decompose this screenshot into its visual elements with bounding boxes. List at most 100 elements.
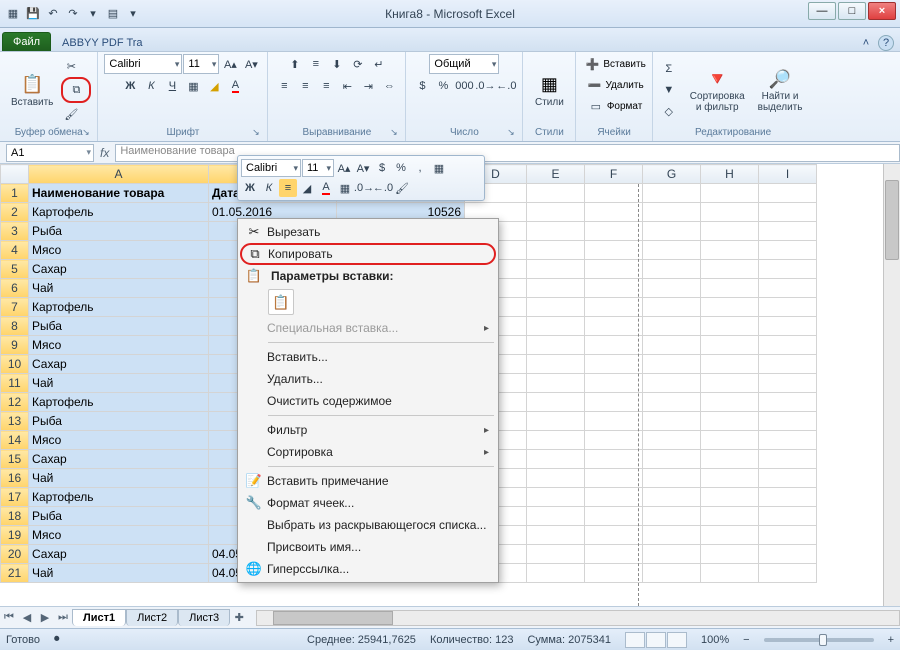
sheet-nav-last-icon[interactable]: ⏭ [54,611,72,624]
maximize-button[interactable]: □ [838,2,866,20]
cell[interactable] [759,412,817,431]
mini-shrink-font-icon[interactable]: A▾ [354,159,372,177]
merge-icon[interactable]: ⇔ [379,76,399,96]
row-header-2[interactable]: 2 [1,203,29,222]
cell[interactable] [585,203,643,222]
delete-cells-icon[interactable]: ➖ [584,75,604,95]
cell[interactable] [643,412,701,431]
indent-dec-icon[interactable]: ⇤ [337,76,357,96]
ctx-format-cells[interactable]: 🔧Формат ячеек... [240,492,496,514]
scrollbar-thumb[interactable] [273,611,393,625]
cell[interactable] [701,279,759,298]
cell[interactable] [643,374,701,393]
cell[interactable] [759,260,817,279]
cell[interactable]: Чай [29,374,209,393]
row-header-11[interactable]: 11 [1,374,29,393]
cell[interactable] [643,298,701,317]
mini-bold-button[interactable]: Ж [241,179,259,197]
cell[interactable] [701,317,759,336]
cell[interactable] [759,203,817,222]
cell[interactable] [701,336,759,355]
cell[interactable] [759,526,817,545]
cell[interactable] [759,564,817,583]
cell[interactable]: Картофель [29,203,209,222]
ctx-copy[interactable]: ⧉Копировать [240,243,496,265]
mini-italic-button[interactable]: К [260,179,278,197]
cell[interactable]: Картофель [29,393,209,412]
align-bottom-icon[interactable]: ⬇ [327,54,347,74]
cell[interactable]: Рыба [29,317,209,336]
cell[interactable] [701,393,759,412]
row-header-20[interactable]: 20 [1,545,29,564]
comma-icon[interactable]: 000 [454,76,474,96]
cell[interactable]: Чай [29,279,209,298]
mini-percent-icon[interactable]: % [392,159,410,177]
cell[interactable]: Мясо [29,241,209,260]
qat-btn-1[interactable]: ▾ [84,5,102,23]
zoom-in-icon[interactable]: + [888,634,894,646]
zoom-out-icon[interactable]: − [743,634,749,646]
cell[interactable]: Сахар [29,260,209,279]
insert-cells-icon[interactable]: ➕ [582,54,602,74]
mini-inc-dec-icon[interactable]: .0→ [355,179,373,197]
row-header-14[interactable]: 14 [1,431,29,450]
align-middle-icon[interactable]: ≡ [306,54,326,74]
row-header-18[interactable]: 18 [1,507,29,526]
cell[interactable] [527,488,585,507]
cell[interactable]: Мясо [29,431,209,450]
cell[interactable] [527,298,585,317]
cell[interactable] [527,374,585,393]
cell[interactable] [585,393,643,412]
cell[interactable] [643,431,701,450]
select-all[interactable] [1,165,29,184]
cell[interactable] [701,374,759,393]
zoom-slider[interactable] [764,638,874,642]
zoom-level[interactable]: 100% [701,634,729,646]
cell[interactable]: Картофель [29,298,209,317]
cell[interactable] [585,469,643,488]
grow-font-icon[interactable]: A▴ [220,54,240,74]
mini-font-combo[interactable]: Calibri [241,159,301,177]
font-size-combo[interactable]: 11 [183,54,219,74]
row-header-10[interactable]: 10 [1,355,29,374]
cell[interactable] [643,279,701,298]
cell[interactable] [527,260,585,279]
cell[interactable] [701,469,759,488]
row-header-13[interactable]: 13 [1,412,29,431]
zoom-knob[interactable] [819,634,827,646]
mini-fill-icon[interactable]: ◢ [298,179,316,197]
cell[interactable] [643,450,701,469]
mini-size-combo[interactable]: 11 [302,159,334,177]
launcher-icon[interactable]: ↘ [250,127,261,138]
inc-decimal-icon[interactable]: .0→ [475,76,495,96]
sheet-nav-first-icon[interactable]: ⏮ [0,611,18,624]
row-header-8[interactable]: 8 [1,317,29,336]
cell[interactable] [701,412,759,431]
cell[interactable] [759,184,817,203]
italic-button[interactable]: К [141,76,161,96]
save-icon[interactable]: 💾 [24,5,42,23]
sheet-nav-prev-icon[interactable]: ◀ [18,611,36,624]
cell[interactable] [701,545,759,564]
cell[interactable] [701,431,759,450]
ctx-sort[interactable]: Сортировка▸ [240,441,496,463]
cell[interactable] [585,488,643,507]
mini-currency-icon[interactable]: $ [373,159,391,177]
cell[interactable] [701,488,759,507]
view-normal-icon[interactable] [625,632,645,648]
cell[interactable] [527,336,585,355]
align-top-icon[interactable]: ⬆ [285,54,305,74]
cell[interactable] [759,279,817,298]
cell[interactable]: Картофель [29,488,209,507]
cell[interactable]: Чай [29,469,209,488]
sheet-tab-1[interactable]: Лист2 [126,609,178,626]
tab-10[interactable]: ABBYY PDF Tra [53,33,152,51]
find-select-button[interactable]: 🔎 Найти и выделить [753,64,808,116]
cell[interactable] [701,450,759,469]
row-header-15[interactable]: 15 [1,450,29,469]
ctx-filter[interactable]: Фильтр▸ [240,419,496,441]
horizontal-scrollbar[interactable] [256,610,900,626]
cell[interactable] [585,412,643,431]
cell[interactable]: Чай [29,564,209,583]
row-header-17[interactable]: 17 [1,488,29,507]
